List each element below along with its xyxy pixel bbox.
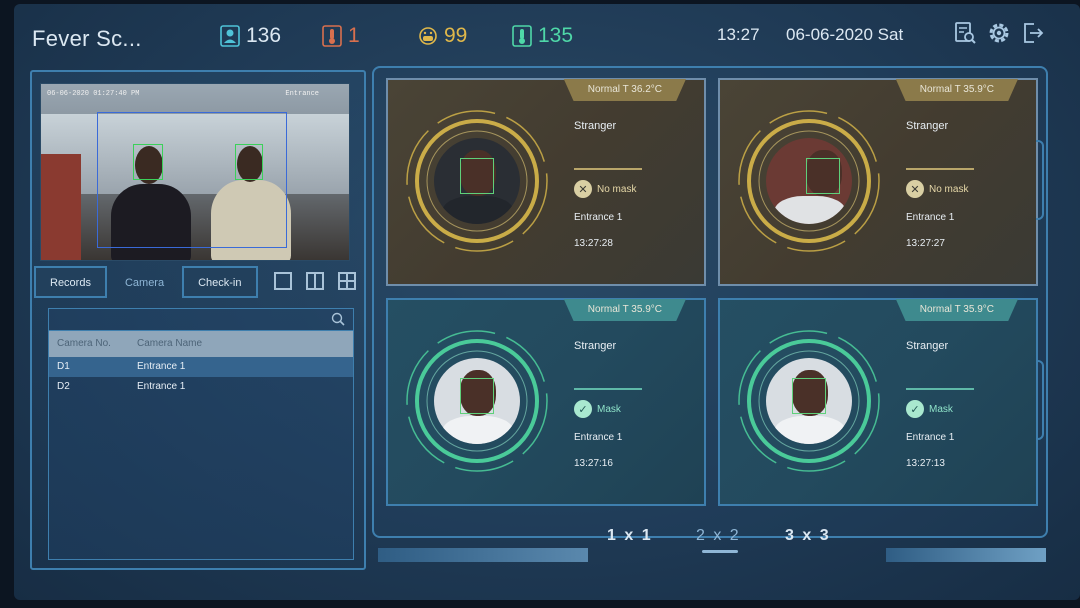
check-icon: ✓ — [906, 400, 924, 418]
capture-location: Entrance 1 — [906, 432, 955, 443]
camera-name: Entrance 1 — [137, 381, 186, 392]
camera-list: Camera No. Camera Name D1 Entrance 1 D2 … — [48, 308, 354, 560]
decor-bar-right — [886, 548, 1046, 562]
capture-location: Entrance 1 — [574, 212, 623, 223]
layout-split-icon[interactable] — [306, 272, 324, 290]
record-search-icon[interactable] — [952, 20, 978, 46]
camera-search — [49, 309, 353, 331]
capture-location: Entrance 1 — [574, 432, 623, 443]
face-ring — [734, 106, 884, 256]
card-side-notch — [1036, 140, 1044, 220]
face-snapshot — [434, 358, 520, 444]
mask-status: ✓ Mask — [574, 400, 621, 418]
tab-camera[interactable]: Camera — [109, 266, 180, 298]
clock-date: 06-06-2020 Sat — [786, 25, 904, 44]
mask-face-icon — [418, 25, 438, 47]
grid-2x2-button[interactable]: 2 x 2 — [696, 527, 741, 545]
temperature-badge: Normal T 36.2°C — [563, 79, 686, 101]
person-label: Stranger — [906, 340, 949, 352]
temperature-badge: Normal T 35.9°C — [895, 79, 1018, 101]
person-icon — [220, 25, 240, 47]
person-label: Stranger — [574, 120, 617, 132]
thermometer-alert-icon — [322, 25, 342, 47]
capture-card[interactable]: Normal T 35.9°C Stranger ✕ No mask Entran… — [718, 78, 1044, 286]
camera-row[interactable]: D1 Entrance 1 — [49, 357, 353, 377]
stat-total-people: 136 — [220, 24, 281, 48]
person-label: Stranger — [906, 120, 949, 132]
card-side-notch — [1036, 360, 1044, 440]
grid-3x3-button[interactable]: 3 x 3 — [785, 527, 831, 545]
layout-single-icon[interactable] — [274, 272, 292, 290]
mask-status-text: No mask — [929, 183, 969, 195]
mask-status: ✓ Mask — [906, 400, 953, 418]
column-camera-name: Camera Name — [137, 338, 203, 349]
tab-check-in[interactable]: Check-in — [182, 266, 258, 298]
stat-value: 135 — [538, 24, 574, 47]
check-icon: ✓ — [574, 400, 592, 418]
temperature-badge: Normal T 35.9°C — [895, 299, 1018, 321]
top-bar: Fever Sc... 136 1 99 135 13:27 06-06-202… — [14, 4, 1080, 66]
stat-value: 1 — [348, 24, 360, 47]
search-icon[interactable] — [331, 312, 345, 326]
camera-no: D2 — [57, 381, 70, 392]
mask-status-text: No mask — [597, 183, 637, 195]
capture-card[interactable]: Normal T 35.9°C Stranger ✓ Mask Entrance … — [386, 298, 706, 506]
divider — [574, 168, 642, 170]
thermometer-icon — [512, 25, 532, 47]
app-title: Fever Sc... — [32, 26, 142, 51]
capture-card[interactable]: Normal T 35.9°C Stranger ✓ Mask Entrance … — [718, 298, 1044, 506]
no-mask-icon: ✕ — [906, 180, 924, 198]
capture-location: Entrance 1 — [906, 212, 955, 223]
mask-status-text: Mask — [929, 403, 953, 415]
osd-datetime: 06-06-2020 01:27:40 PM — [47, 90, 140, 98]
camera-no: D1 — [57, 361, 70, 372]
face-ring — [734, 326, 884, 476]
capture-card[interactable]: Normal T 36.2°C Stranger ✕ No mask Entran… — [386, 78, 706, 286]
divider — [906, 168, 974, 170]
face-ring — [402, 326, 552, 476]
live-camera-preview[interactable]: 06-06-2020 01:27:40 PM Entrance — [40, 83, 350, 261]
logout-icon[interactable] — [1020, 20, 1046, 46]
divider — [906, 388, 974, 390]
person-label: Stranger — [574, 340, 617, 352]
column-camera-no: Camera No. — [57, 338, 111, 349]
stat-normal-temp: 135 — [512, 24, 573, 48]
face-ring — [402, 106, 552, 256]
temperature-badge: Normal T 35.9°C — [563, 299, 686, 321]
face-snapshot — [434, 138, 520, 224]
gear-icon[interactable] — [986, 20, 1012, 46]
face-snapshot — [766, 358, 852, 444]
active-grid-indicator — [702, 550, 738, 553]
clock-time: 13:27 — [717, 25, 760, 44]
grid-1x1-button[interactable]: 1 x 1 — [607, 527, 653, 545]
stat-value: 99 — [444, 24, 468, 47]
mask-status: ✕ No mask — [574, 180, 636, 198]
detection-region — [97, 112, 287, 248]
stat-masked: 99 — [418, 24, 467, 48]
stat-value: 136 — [246, 24, 282, 47]
no-mask-icon: ✕ — [574, 180, 592, 198]
mask-status: ✕ No mask — [906, 180, 968, 198]
left-tabs: Records Camera Check-in — [34, 266, 260, 298]
divider — [574, 388, 642, 390]
tab-records[interactable]: Records — [34, 266, 107, 298]
mask-status-text: Mask — [597, 403, 621, 415]
osd-camera-name: Entrance — [285, 90, 319, 98]
app-window: Fever Sc... 136 1 99 135 13:27 06-06-202… — [14, 4, 1080, 600]
layout-quad-icon[interactable] — [338, 272, 356, 290]
capture-time: 13:27:13 — [906, 458, 945, 469]
camera-list-header: Camera No. Camera Name — [49, 331, 353, 357]
capture-time: 13:27:28 — [574, 238, 613, 249]
background-door — [41, 154, 81, 260]
camera-name: Entrance 1 — [137, 361, 186, 372]
camera-search-input[interactable] — [49, 309, 353, 331]
capture-time: 13:27:16 — [574, 458, 613, 469]
decor-bar-left — [378, 548, 588, 562]
face-snapshot — [766, 138, 852, 224]
stat-abnormal-temp: 1 — [322, 24, 360, 48]
camera-row[interactable]: D2 Entrance 1 — [49, 377, 353, 397]
capture-time: 13:27:27 — [906, 238, 945, 249]
